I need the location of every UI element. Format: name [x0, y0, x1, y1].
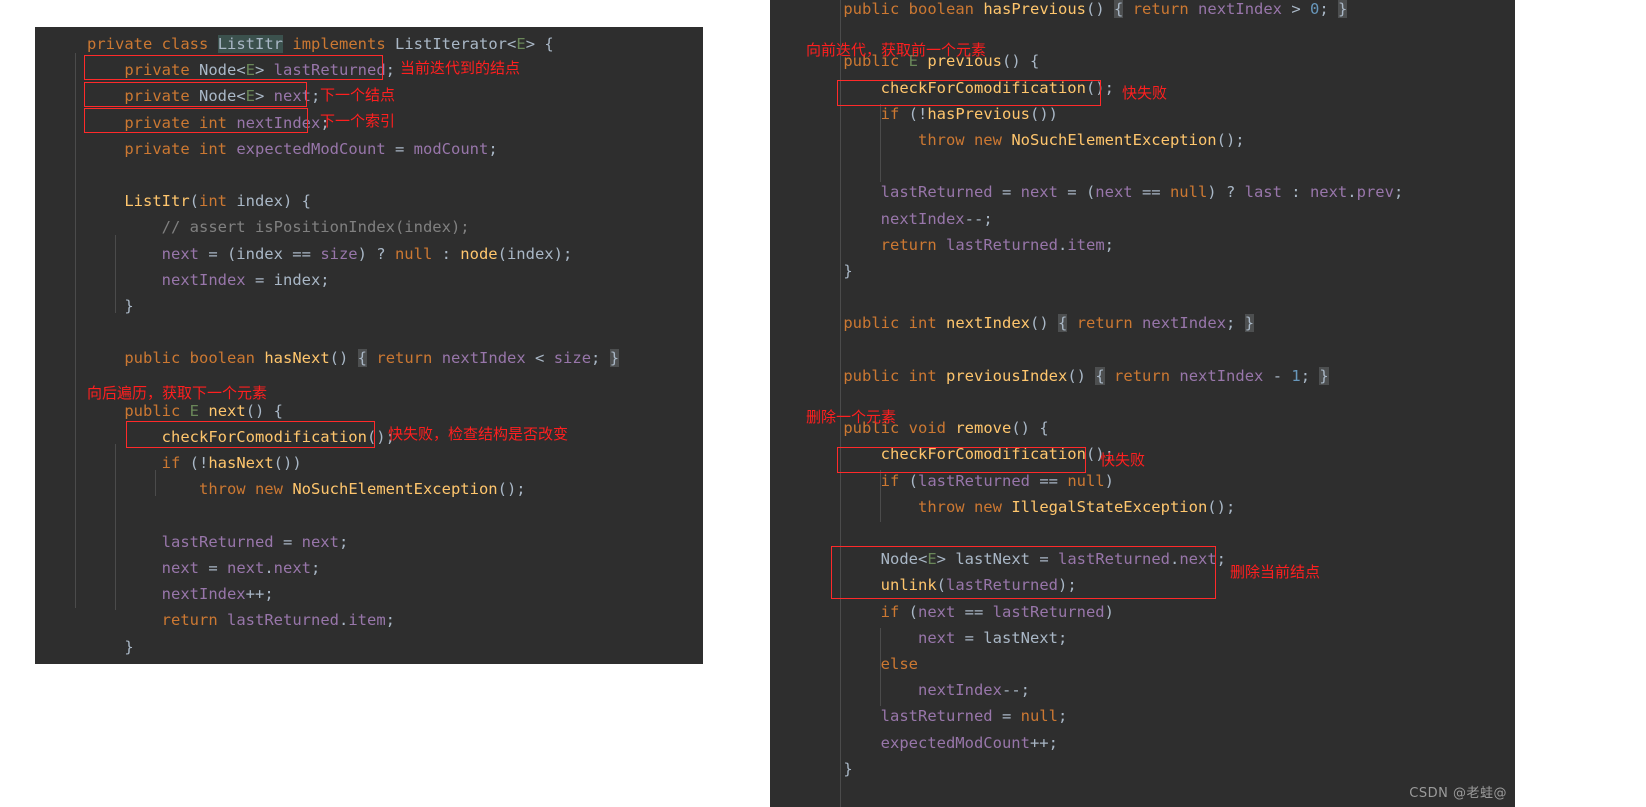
code-block-right: public boolean hasPrevious() { return ne…	[843, 0, 1404, 778]
right-note-5: 删除当前结点	[1230, 563, 1321, 581]
code-panel-right: public boolean hasPrevious() { return ne…	[770, 0, 1515, 807]
left-note-1: 当前迭代到的结点	[400, 59, 521, 77]
right-note-1: 向前迭代，获取前一个元素	[806, 41, 987, 59]
csdn-watermark: CSDN @老蛙@	[1409, 786, 1507, 801]
left-note-3: 下一个索引	[320, 112, 396, 130]
right-note-3: 删除一个元素	[806, 408, 897, 426]
right-note-2: 快失败	[1122, 84, 1168, 102]
left-note-2: 下一个结点	[320, 86, 396, 104]
code-panel-left: private class ListItr implements ListIte…	[35, 27, 703, 664]
indent-guide	[75, 53, 76, 608]
left-note-5: 快失败，检查结构是否改变	[388, 425, 569, 443]
right-note-4: 快失败	[1100, 451, 1146, 469]
left-note-4: 向后遍历，获取下一个元素	[87, 384, 268, 402]
